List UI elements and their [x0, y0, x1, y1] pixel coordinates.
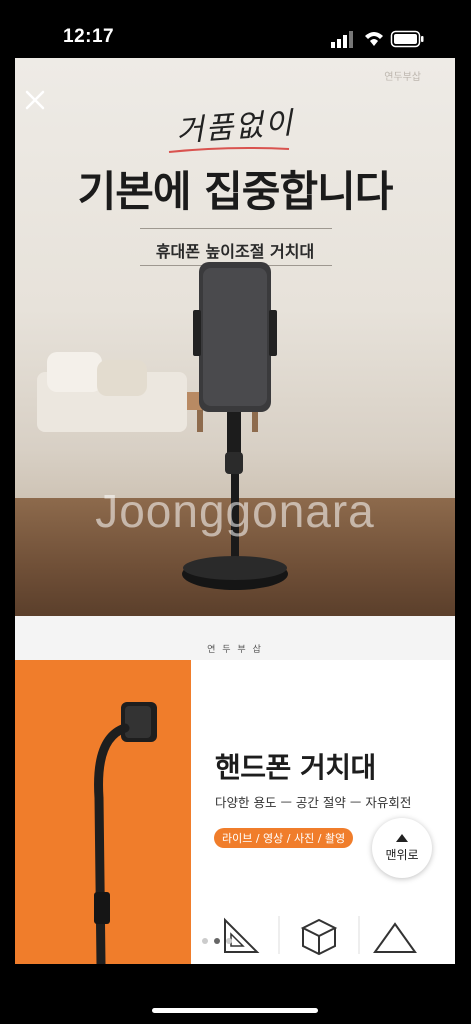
battery-icon	[390, 30, 424, 48]
box-icon	[300, 918, 338, 956]
status-icons	[331, 30, 424, 48]
hero-headline: 기본에 집중합니다	[77, 167, 394, 216]
home-indicator[interactable]	[152, 1008, 318, 1013]
arrow-up-icon	[396, 834, 408, 842]
scroll-to-top-button[interactable]: 맨위로	[372, 818, 432, 878]
status-bar: 12:17	[0, 0, 471, 58]
brand-label: 연두부삽	[384, 72, 421, 83]
wifi-icon	[365, 32, 383, 46]
pagination-dots	[202, 938, 232, 944]
gooseneck-stand-image	[94, 702, 157, 964]
watermark-text: Joonggonara	[95, 485, 375, 537]
brand-strip-label: 연 두 부 삽	[207, 645, 263, 655]
product-features: 다양한 용도 ㅡ 공간 절약 ㅡ 자유회전	[215, 795, 412, 810]
feature-icons-row	[224, 916, 417, 956]
status-time: 12:17	[63, 26, 115, 47]
script-underline	[168, 147, 290, 153]
hero-banner: 연두부삽 거품없이 기본에 집중합니다 휴대폰 높이조절 거치대 Joonggo…	[15, 58, 455, 616]
close-icon[interactable]	[21, 86, 49, 114]
triangle-icon	[373, 922, 417, 953]
usage-pill: 라이브 / 영상 / 사진 / 촬영	[214, 828, 354, 848]
signal-icon	[331, 31, 353, 48]
divider-top	[140, 228, 332, 229]
hero-subtitle: 휴대폰 높이조절 거치대	[155, 242, 315, 261]
scroll-to-top-label: 맨위로	[385, 848, 419, 862]
phone-stand-image	[182, 262, 288, 590]
orange-product-panel	[15, 660, 191, 964]
product-title: 핸드폰 거치대	[215, 751, 376, 784]
gooseneck-banner: 핸드폰 거치대 다양한 용도 ㅡ 공간 절약 ㅡ 자유회전 라이브 / 영상 /…	[15, 660, 455, 964]
